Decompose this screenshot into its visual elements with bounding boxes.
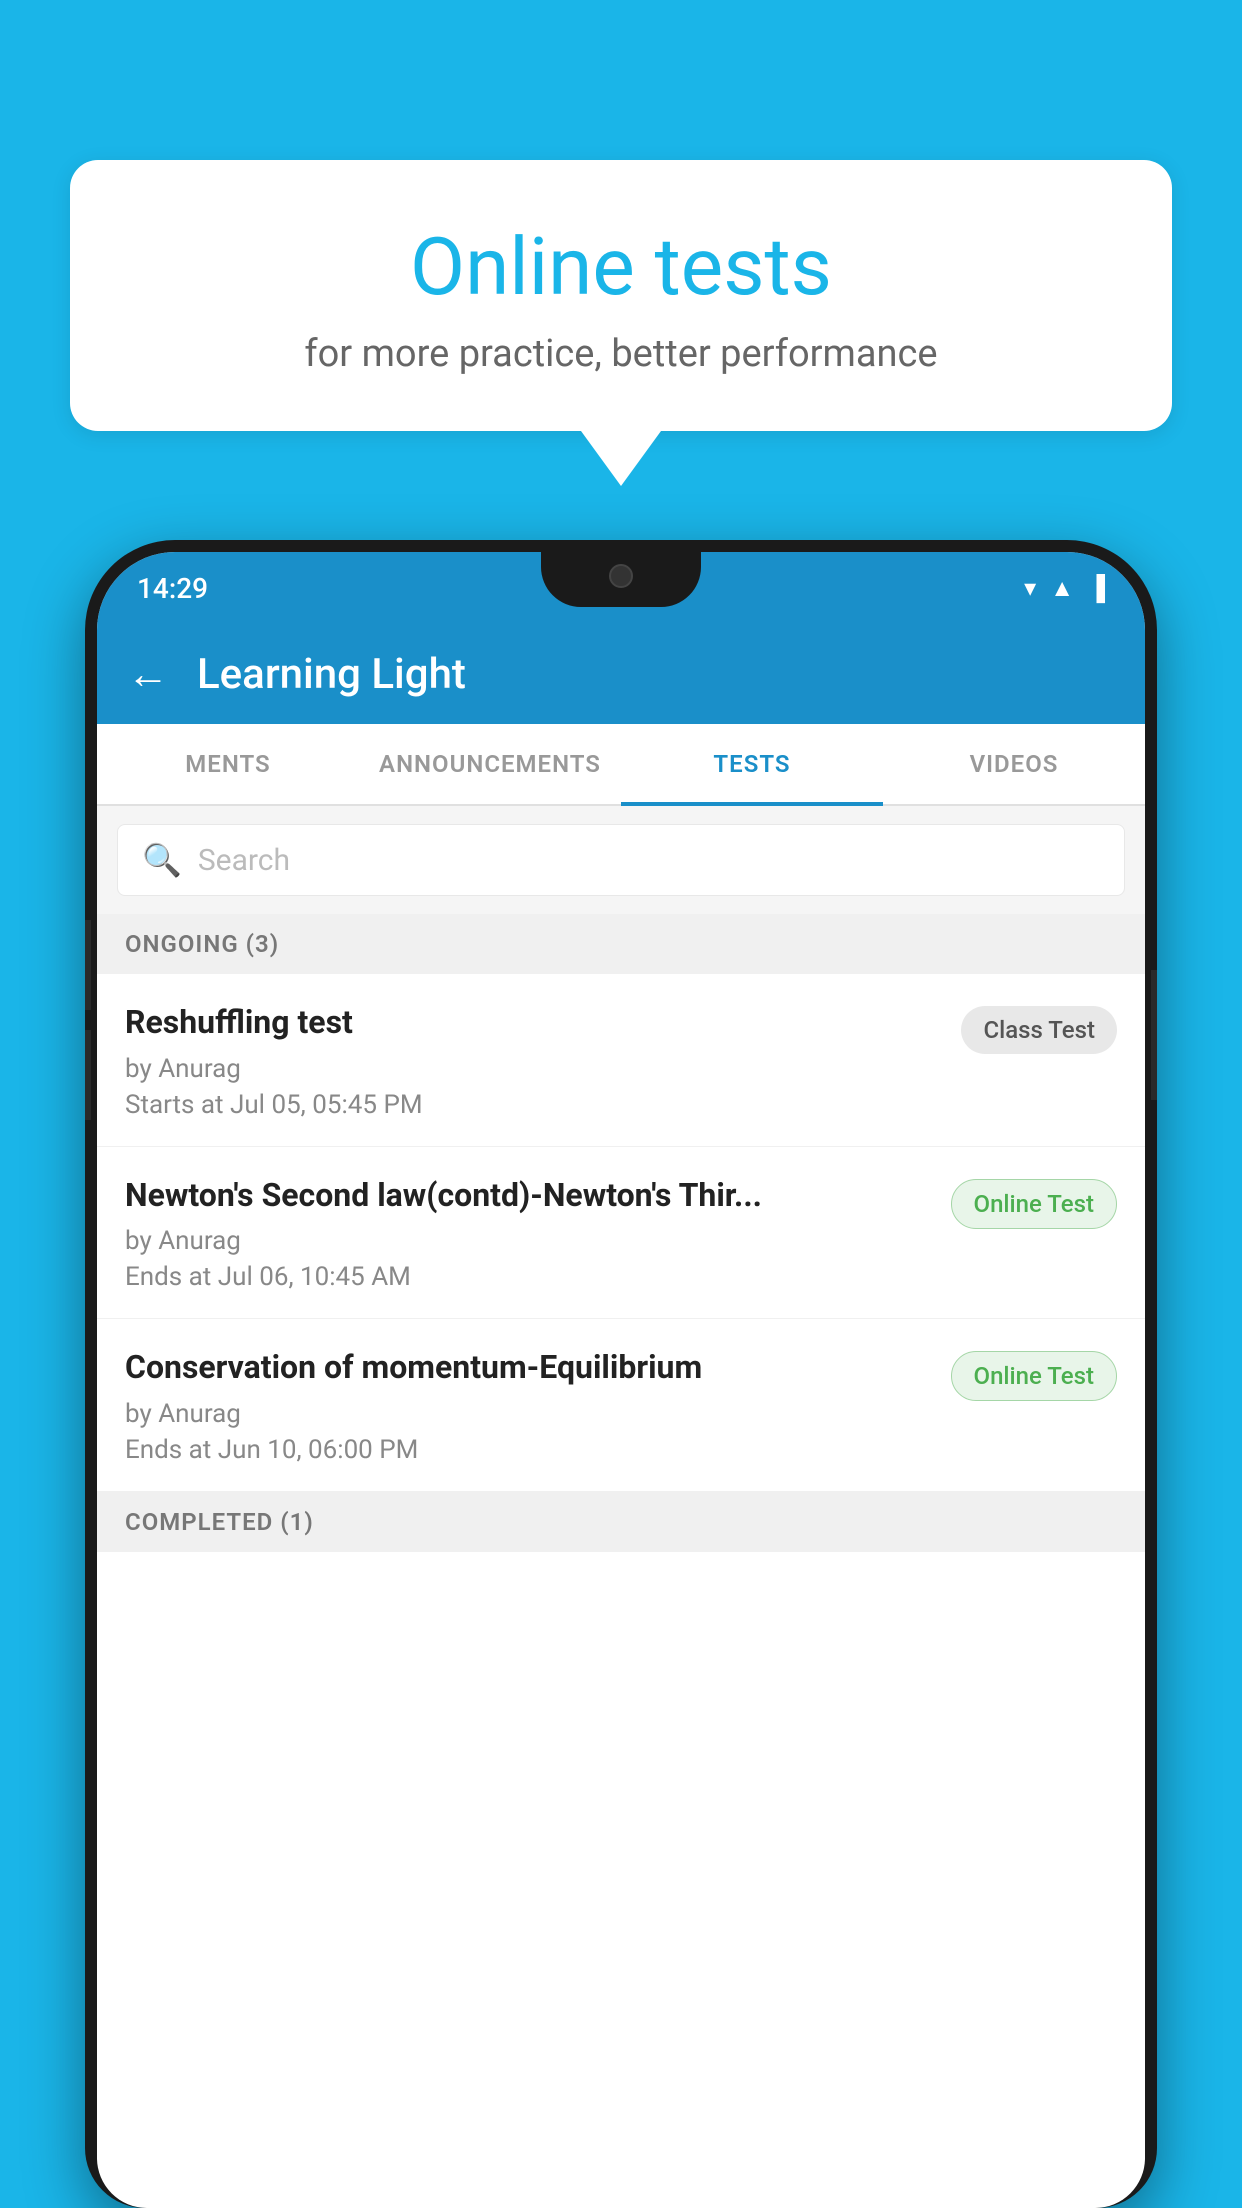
ongoing-section-label: ONGOING (3)	[97, 914, 1145, 974]
search-container: 🔍 Search	[97, 806, 1145, 914]
test-info: Reshuffling test by Anurag Starts at Jul…	[125, 1002, 945, 1120]
speech-bubble-subtitle: for more practice, better performance	[120, 332, 1122, 376]
test-date: Ends at Jul 06, 10:45 AM	[125, 1262, 935, 1292]
test-date: Starts at Jul 05, 05:45 PM	[125, 1090, 945, 1120]
back-button[interactable]: ←	[127, 650, 169, 699]
tab-ments[interactable]: MENTS	[97, 724, 359, 804]
notch	[541, 552, 701, 607]
front-camera	[609, 564, 633, 588]
test-by: by Anurag	[125, 1399, 935, 1429]
test-item[interactable]: Newton's Second law(contd)-Newton's Thir…	[97, 1147, 1145, 1320]
status-bar: 14:29 ▾ ▲ ▐	[97, 552, 1145, 624]
tabs-bar: MENTS ANNOUNCEMENTS TESTS VIDEOS	[97, 724, 1145, 806]
status-time: 14:29	[137, 572, 208, 605]
completed-section-label: COMPLETED (1)	[97, 1492, 1145, 1552]
test-name: Reshuffling test	[125, 1002, 945, 1044]
power-button[interactable]	[1151, 970, 1157, 1100]
volume-down-button[interactable]	[85, 1030, 91, 1120]
wifi-icon: ▾	[1024, 574, 1036, 602]
test-info: Conservation of momentum-Equilibrium by …	[125, 1347, 935, 1465]
tab-videos[interactable]: VIDEOS	[883, 724, 1145, 804]
speech-bubble-title: Online tests	[120, 220, 1122, 314]
test-badge-online: Online Test	[951, 1179, 1117, 1229]
volume-up-button[interactable]	[85, 920, 91, 1010]
tab-announcements[interactable]: ANNOUNCEMENTS	[359, 724, 621, 804]
test-by: by Anurag	[125, 1226, 935, 1256]
app-bar: ← Learning Light	[97, 624, 1145, 724]
search-placeholder: Search	[198, 843, 290, 878]
test-item[interactable]: Reshuffling test by Anurag Starts at Jul…	[97, 974, 1145, 1147]
test-by: by Anurag	[125, 1054, 945, 1084]
phone-screen: 14:29 ▾ ▲ ▐ ← Learning Light MENTS ANNOU…	[97, 552, 1145, 2208]
search-icon: 🔍	[142, 841, 182, 879]
test-info: Newton's Second law(contd)-Newton's Thir…	[125, 1175, 935, 1293]
status-icons: ▾ ▲ ▐	[1024, 574, 1105, 603]
test-list: Reshuffling test by Anurag Starts at Jul…	[97, 974, 1145, 1492]
test-badge-online-2: Online Test	[951, 1351, 1117, 1401]
battery-icon: ▐	[1088, 574, 1105, 603]
test-badge-class: Class Test	[961, 1006, 1117, 1054]
phone-frame: 14:29 ▾ ▲ ▐ ← Learning Light MENTS ANNOU…	[85, 540, 1157, 2208]
signal-icon: ▲	[1050, 574, 1074, 603]
test-item[interactable]: Conservation of momentum-Equilibrium by …	[97, 1319, 1145, 1492]
test-date: Ends at Jun 10, 06:00 PM	[125, 1435, 935, 1465]
search-box[interactable]: 🔍 Search	[117, 824, 1125, 896]
tab-tests[interactable]: TESTS	[621, 724, 883, 804]
test-name: Newton's Second law(contd)-Newton's Thir…	[125, 1175, 935, 1217]
test-name: Conservation of momentum-Equilibrium	[125, 1347, 935, 1389]
app-bar-title: Learning Light	[197, 650, 466, 699]
speech-bubble: Online tests for more practice, better p…	[70, 160, 1172, 431]
